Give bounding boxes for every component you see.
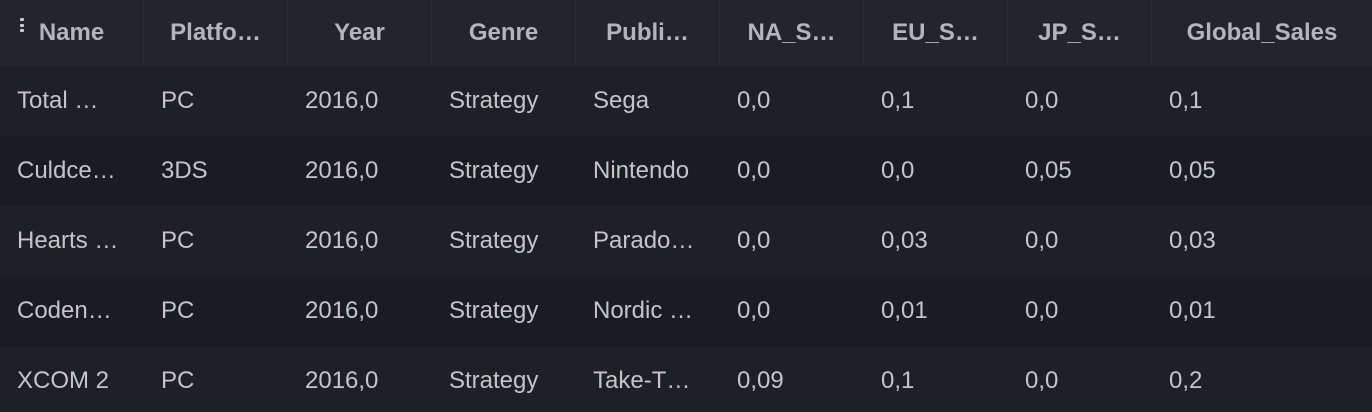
table-cell[interactable]: 0,05 xyxy=(1008,136,1152,206)
table-cell[interactable]: XCOM 2 xyxy=(0,346,144,412)
table-cell[interactable]: Strategy xyxy=(432,66,576,136)
column-header-genre[interactable]: Genre xyxy=(432,0,576,66)
table-cell[interactable]: 0,1 xyxy=(864,346,1008,412)
table-row[interactable]: Culdce… 3DS 2016,0 Strategy Nintendo 0,0… xyxy=(0,136,1372,206)
table-row[interactable]: Total … PC 2016,0 Strategy Sega 0,0 0,1 … xyxy=(0,66,1372,136)
table-cell[interactable]: 0,1 xyxy=(864,66,1008,136)
kebab-menu-icon[interactable] xyxy=(20,18,24,32)
table-cell[interactable]: PC xyxy=(144,66,288,136)
column-header-eu-sales[interactable]: EU_S… xyxy=(864,0,1008,66)
table-cell[interactable]: Nordic … xyxy=(576,276,720,346)
column-header-name[interactable]: Name xyxy=(0,0,144,66)
column-header-na-sales[interactable]: NA_S… xyxy=(720,0,864,66)
table-cell[interactable]: 2016,0 xyxy=(288,346,432,412)
table-cell[interactable]: PC xyxy=(144,346,288,412)
table-cell[interactable]: 0,0 xyxy=(720,66,864,136)
table-cell[interactable]: 0,03 xyxy=(1152,206,1372,276)
table-cell[interactable]: Parado… xyxy=(576,206,720,276)
table-cell[interactable]: 0,1 xyxy=(1152,66,1372,136)
table-cell[interactable]: 0,01 xyxy=(864,276,1008,346)
table-cell[interactable]: Nintendo xyxy=(576,136,720,206)
table-cell[interactable]: Total … xyxy=(0,66,144,136)
table-cell[interactable]: 2016,0 xyxy=(288,276,432,346)
table-cell[interactable]: Strategy xyxy=(432,206,576,276)
table-cell[interactable]: 0,0 xyxy=(1008,66,1152,136)
table-cell[interactable]: Sega xyxy=(576,66,720,136)
table-cell[interactable]: 0,0 xyxy=(720,276,864,346)
table-header: Name Platfo… Year Genre Publi… NA_S… EU_… xyxy=(0,0,1372,66)
table-cell[interactable]: PC xyxy=(144,276,288,346)
table-cell[interactable]: Take-T… xyxy=(576,346,720,412)
table-cell[interactable]: 3DS xyxy=(144,136,288,206)
table-cell[interactable]: 0,0 xyxy=(720,136,864,206)
table-cell[interactable]: Strategy xyxy=(432,136,576,206)
table-cell[interactable]: Culdce… xyxy=(0,136,144,206)
table-cell[interactable]: 0,0 xyxy=(1008,276,1152,346)
table-cell[interactable]: 2016,0 xyxy=(288,136,432,206)
column-header-platform[interactable]: Platfo… xyxy=(144,0,288,66)
table-cell[interactable]: 0,0 xyxy=(1008,346,1152,412)
table-cell[interactable]: 0,0 xyxy=(1008,206,1152,276)
table-cell[interactable]: 0,0 xyxy=(864,136,1008,206)
table-cell[interactable]: 2016,0 xyxy=(288,66,432,136)
table-cell[interactable]: 0,0 xyxy=(720,206,864,276)
table-cell[interactable]: Strategy xyxy=(432,276,576,346)
table-cell[interactable]: 0,2 xyxy=(1152,346,1372,412)
table-row[interactable]: Coden… PC 2016,0 Strategy Nordic … 0,0 0… xyxy=(0,276,1372,346)
table-cell[interactable]: 0,01 xyxy=(1152,276,1372,346)
table-row[interactable]: Hearts … PC 2016,0 Strategy Parado… 0,0 … xyxy=(0,206,1372,276)
column-header-jp-sales[interactable]: JP_S… xyxy=(1008,0,1152,66)
table-cell[interactable]: Hearts … xyxy=(0,206,144,276)
column-header-year[interactable]: Year xyxy=(288,0,432,66)
data-grid: Name Platfo… Year Genre Publi… NA_S… EU_… xyxy=(0,0,1372,412)
table-cell[interactable]: 0,05 xyxy=(1152,136,1372,206)
column-header-publisher[interactable]: Publi… xyxy=(576,0,720,66)
table-cell[interactable]: Coden… xyxy=(0,276,144,346)
table-cell[interactable]: PC xyxy=(144,206,288,276)
table-cell[interactable]: 0,09 xyxy=(720,346,864,412)
table-cell[interactable]: 2016,0 xyxy=(288,206,432,276)
table-cell[interactable]: Strategy xyxy=(432,346,576,412)
table-cell[interactable]: 0,03 xyxy=(864,206,1008,276)
table-row[interactable]: XCOM 2 PC 2016,0 Strategy Take-T… 0,09 0… xyxy=(0,346,1372,412)
column-header-global-sales[interactable]: Global_Sales xyxy=(1152,0,1372,66)
